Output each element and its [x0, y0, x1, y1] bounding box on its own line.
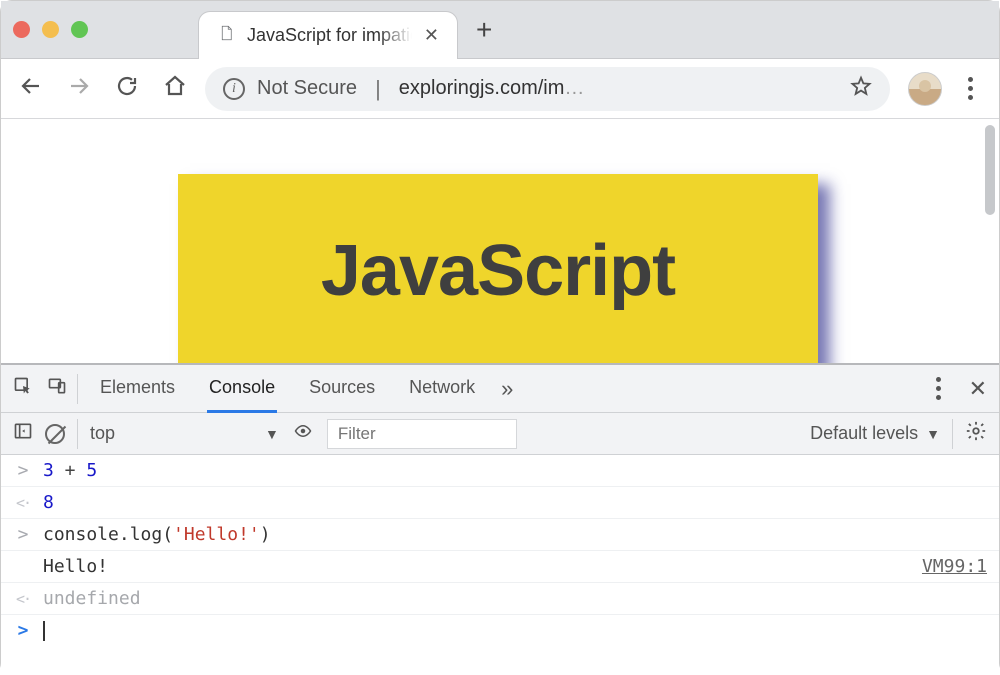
devtools-panel: Elements Console Sources Network » ✕ top…: [1, 363, 999, 675]
browser-menu-button[interactable]: [960, 77, 981, 100]
security-label: Not Secure: [257, 77, 357, 100]
window-close-button[interactable]: [13, 21, 30, 38]
source-link[interactable]: VM99:1: [922, 556, 987, 577]
address-separator: |: [369, 76, 387, 102]
console-output[interactable]: >3 + 5 <· 8 > console.log('Hello!') Hello! VM9…: [1, 455, 999, 675]
console-toolbar: top ▼ Default levels ▼: [1, 413, 999, 455]
address-bar[interactable]: i Not Secure | exploringjs.com/im…: [205, 67, 890, 111]
input-gutter-icon: >: [13, 524, 33, 545]
scrollbar-thumb[interactable]: [985, 125, 995, 215]
page-icon: [217, 24, 235, 47]
tab-close-button[interactable]: ✕: [424, 25, 439, 46]
text-cursor: [43, 621, 45, 641]
divider: [77, 374, 78, 404]
tab-network[interactable]: Network: [407, 365, 477, 413]
window-controls: [13, 21, 88, 38]
output-gutter-icon: <·: [13, 494, 33, 512]
console-row: <· 8: [1, 487, 999, 519]
window-zoom-button[interactable]: [71, 21, 88, 38]
input-gutter-icon: >: [13, 460, 33, 481]
console-prompt-row[interactable]: >: [1, 615, 999, 646]
tab-sources[interactable]: Sources: [307, 365, 377, 413]
inspect-element-icon[interactable]: [13, 376, 33, 401]
window-minimize-button[interactable]: [42, 21, 59, 38]
nav-controls: [19, 74, 187, 103]
console-settings-icon[interactable]: [965, 420, 987, 447]
tab-elements[interactable]: Elements: [98, 365, 177, 413]
live-expression-icon[interactable]: [291, 422, 315, 445]
forward-button[interactable]: [67, 74, 91, 103]
window-title-bar: JavaScript for impatient progra ✕ +: [1, 1, 999, 59]
console-row: Hello! VM99:1: [1, 551, 999, 583]
home-button[interactable]: [163, 74, 187, 103]
reload-button[interactable]: [115, 74, 139, 103]
bookmark-star-icon[interactable]: [850, 75, 872, 103]
tab-console[interactable]: Console: [207, 365, 277, 413]
devtools-close-button[interactable]: ✕: [969, 376, 987, 402]
console-filter-input[interactable]: [327, 419, 517, 449]
clear-console-icon[interactable]: [45, 424, 65, 444]
console-line-content: 3 + 5: [43, 460, 97, 481]
log-levels-select[interactable]: Default levels ▼: [810, 423, 940, 444]
browser-toolbar: i Not Secure | exploringjs.com/im…: [1, 59, 999, 119]
log-levels-label: Default levels: [810, 423, 918, 444]
devtools-tabbar: Elements Console Sources Network » ✕: [1, 365, 999, 413]
dropdown-triangle-icon: ▼: [265, 426, 279, 442]
divider: [952, 419, 953, 449]
console-line-content: 8: [43, 492, 54, 513]
tab-title: JavaScript for impatient progra: [247, 25, 412, 46]
page-viewport: JavaScript: [1, 119, 999, 363]
execution-context-select[interactable]: top ▼: [90, 423, 279, 444]
dropdown-triangle-icon: ▼: [926, 426, 940, 442]
hero-banner: JavaScript: [178, 174, 818, 363]
console-line-content: console.log('Hello!'): [43, 524, 271, 545]
devtools-tabs: Elements Console Sources Network: [98, 365, 477, 413]
console-line-content: undefined: [43, 588, 141, 609]
output-gutter-icon: <·: [13, 590, 33, 608]
console-row: >3 + 5: [1, 455, 999, 487]
hero-banner-text: JavaScript: [321, 230, 675, 312]
browser-tab[interactable]: JavaScript for impatient progra ✕: [198, 11, 458, 59]
page-scrollbar[interactable]: [983, 123, 997, 283]
context-label: top: [90, 423, 115, 444]
devtools-menu-button[interactable]: [928, 377, 949, 400]
new-tab-button[interactable]: +: [476, 16, 492, 44]
profile-avatar[interactable]: [908, 72, 942, 106]
divider: [77, 419, 78, 449]
prompt-gutter-icon: >: [13, 620, 33, 641]
console-line-content: Hello!: [43, 556, 108, 577]
device-toolbar-icon[interactable]: [47, 376, 67, 401]
url-text: exploringjs.com/im…: [399, 77, 838, 100]
tabs-overflow-icon[interactable]: »: [501, 376, 513, 402]
site-info-icon[interactable]: i: [223, 78, 245, 100]
console-sidebar-toggle-icon[interactable]: [13, 421, 33, 446]
console-row: <· undefined: [1, 583, 999, 615]
console-row: > console.log('Hello!'): [1, 519, 999, 551]
back-button[interactable]: [19, 74, 43, 103]
